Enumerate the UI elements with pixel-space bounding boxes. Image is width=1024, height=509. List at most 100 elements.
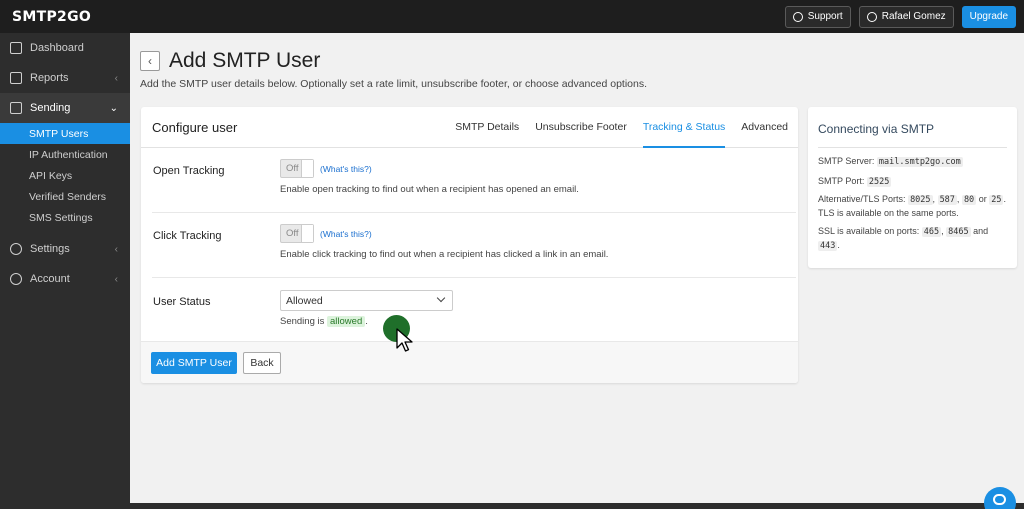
open-tracking-help: Enable open tracking to find out when a … xyxy=(280,184,579,195)
page-subtitle: Add the SMTP user details below. Optiona… xyxy=(140,78,648,90)
ssl-ports-label: SSL is available on ports: xyxy=(818,226,920,236)
support-label: Support xyxy=(807,11,843,22)
click-tracking-label: Click Tracking xyxy=(153,230,222,242)
sending-status-text: Sending is allowed. xyxy=(280,316,368,327)
toggle-knob xyxy=(301,160,313,177)
sidebar-item-label: Account xyxy=(30,273,70,285)
ssl-port: 443 xyxy=(818,241,838,251)
open-tracking-label: Open Tracking xyxy=(153,165,225,177)
ssl-ports-line: SSL is available on ports: 465, 8465 and… xyxy=(818,226,989,251)
tab-unsubscribe-footer[interactable]: Unsubscribe Footer xyxy=(535,107,627,148)
gear-icon xyxy=(10,243,22,255)
sidebar-item-label: Sending xyxy=(30,102,71,114)
alt-ports-line: Alternative/TLS Ports: 8025, 587, 80 or … xyxy=(818,194,1006,218)
globe-icon xyxy=(792,11,803,22)
sidebar-item-sms-settings[interactable]: SMS Settings xyxy=(0,207,130,228)
chevron-left-icon: ‹ xyxy=(114,72,118,84)
tab-smtp-details[interactable]: SMTP Details xyxy=(455,107,519,148)
sidebar-item-sending[interactable]: Sending ⌄ xyxy=(0,93,130,123)
chat-icon xyxy=(993,494,1006,505)
sending-submenu: SMTP Users IP Authentication API Keys Ve… xyxy=(0,123,130,228)
chevron-left-icon: ‹ xyxy=(148,54,152,68)
click-tracking-row: Click Tracking Off (What's this?) Enable… xyxy=(152,213,796,278)
ssl-port: 465 xyxy=(921,227,942,237)
document-icon xyxy=(10,72,22,84)
user-status-value: Allowed xyxy=(286,294,323,307)
sidebar-item-api-keys[interactable]: API Keys xyxy=(0,165,130,186)
sidebar-item-settings[interactable]: Settings ‹ xyxy=(0,234,130,264)
sidebar-item-label: Reports xyxy=(30,72,69,84)
ssl-port: 8465 xyxy=(946,227,971,237)
sidebar: Dashboard Reports ‹ Sending ⌄ SMTP Users… xyxy=(0,33,130,509)
smtp2go-logo[interactable]: SMTP2GO xyxy=(12,9,91,25)
sidebar-item-account[interactable]: Account ‹ xyxy=(0,264,130,294)
card-title: Configure user xyxy=(152,119,238,135)
click-tracking-toggle[interactable]: Off xyxy=(280,224,314,243)
back-button[interactable]: Back xyxy=(243,352,281,374)
user-status-row: User Status Allowed Sending is allowed. xyxy=(152,278,796,341)
mouse-cursor-icon xyxy=(396,328,413,352)
open-tracking-whats-this-link[interactable]: (What's this?) xyxy=(320,164,372,174)
bottom-strip xyxy=(130,503,1024,509)
status-prefix: Sending is xyxy=(280,316,325,327)
connecting-via-smtp-card: Connecting via SMTP SMTP Server: mail.sm… xyxy=(808,107,1017,268)
smtp-server-label: SMTP Server: xyxy=(818,156,875,166)
divider xyxy=(818,147,1007,148)
chevron-down-icon xyxy=(436,293,446,303)
click-tracking-whats-this-link[interactable]: (What's this?) xyxy=(320,229,372,239)
smtp-server-value: mail.smtp2go.com xyxy=(876,157,963,167)
open-tracking-toggle[interactable]: Off xyxy=(280,159,314,178)
smtp-port-value: 2525 xyxy=(866,177,892,187)
smtp-port-line: SMTP Port: 2525 xyxy=(818,175,1010,189)
sidebar-item-label: Dashboard xyxy=(30,42,84,54)
open-tracking-row: Open Tracking Off (What's this?) Enable … xyxy=(152,148,796,213)
chevron-down-icon: ⌄ xyxy=(109,102,118,114)
status-suffix: . xyxy=(365,316,368,327)
toggle-knob xyxy=(301,225,313,242)
home-icon xyxy=(10,42,22,54)
sidebar-item-smtp-users[interactable]: SMTP Users xyxy=(0,123,130,144)
tab-advanced[interactable]: Advanced xyxy=(741,107,788,148)
support-button[interactable]: Support xyxy=(784,5,851,28)
tabs: SMTP Details Unsubscribe Footer Tracking… xyxy=(439,107,788,148)
status-badge: allowed xyxy=(327,316,366,327)
smtp-server-line: SMTP Server: mail.smtp2go.com xyxy=(818,155,1010,169)
sidebar-item-dashboard[interactable]: Dashboard xyxy=(0,33,130,63)
back-arrow-button[interactable]: ‹ xyxy=(140,51,160,71)
user-menu-button[interactable]: Rafael Gomez xyxy=(858,5,954,28)
alt-port: 80 xyxy=(961,195,977,205)
click-tracking-help: Enable click tracking to find out when a… xyxy=(280,249,609,260)
alt-port: 25 xyxy=(989,195,1004,205)
card-header: Configure user SMTP Details Unsubscribe … xyxy=(141,107,798,148)
alt-port: 8025 xyxy=(908,195,933,205)
upgrade-button[interactable]: Upgrade xyxy=(961,5,1016,28)
toggle-off-label: Off xyxy=(286,228,299,239)
alt-note: TLS is available on the same ports. xyxy=(818,208,959,218)
chevron-left-icon: ‹ xyxy=(114,273,118,285)
ssl-and: and xyxy=(973,226,989,236)
top-bar: SMTP2GO Support Rafael Gomez Upgrade xyxy=(0,0,1024,33)
alt-ports-label: Alternative/TLS Ports: xyxy=(818,194,906,204)
page-title: Add SMTP User xyxy=(169,49,321,72)
side-card-title: Connecting via SMTP xyxy=(818,122,935,136)
chat-button[interactable] xyxy=(984,487,1016,509)
sidebar-item-label: Settings xyxy=(30,243,70,255)
card-footer: Add SMTP User Back xyxy=(141,341,798,383)
tab-tracking-status[interactable]: Tracking & Status xyxy=(642,107,726,148)
sidebar-item-verified-senders[interactable]: Verified Senders xyxy=(0,186,130,207)
user-name: Rafael Gomez xyxy=(881,11,946,22)
toggle-off-label: Off xyxy=(286,163,299,174)
add-smtp-user-button[interactable]: Add SMTP User xyxy=(151,352,237,374)
user-circle-icon xyxy=(10,273,22,285)
user-icon xyxy=(866,11,877,22)
chevron-left-icon: ‹ xyxy=(114,243,118,255)
user-status-label: User Status xyxy=(153,296,211,308)
page-header: ‹ Add SMTP User xyxy=(140,49,320,73)
user-status-select[interactable]: Allowed xyxy=(280,290,453,311)
alt-port: 587 xyxy=(937,195,957,205)
alt-or: or xyxy=(978,194,987,204)
paper-plane-icon xyxy=(10,102,22,114)
sidebar-item-reports[interactable]: Reports ‹ xyxy=(0,63,130,93)
sidebar-item-ip-authentication[interactable]: IP Authentication xyxy=(0,144,130,165)
configure-user-card: Configure user SMTP Details Unsubscribe … xyxy=(141,107,798,383)
